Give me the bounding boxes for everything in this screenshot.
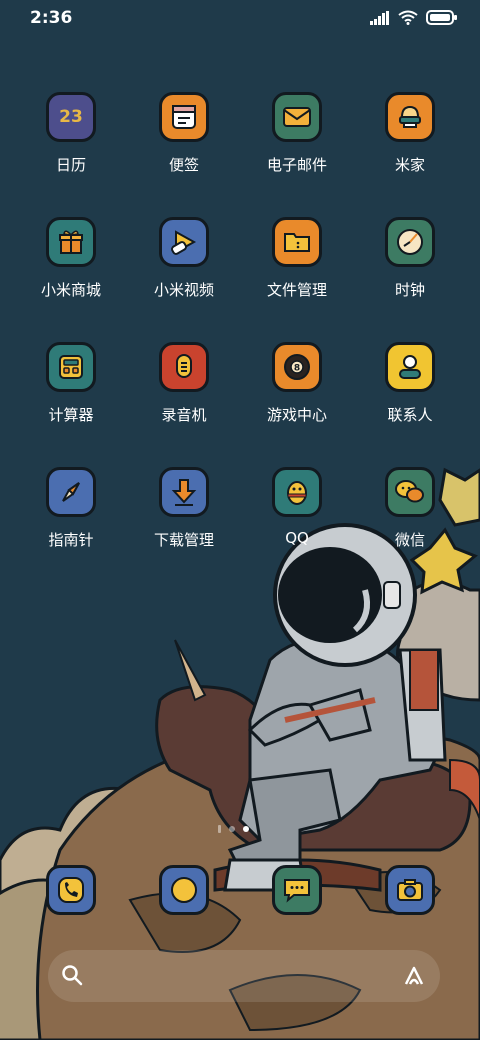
app-mijia[interactable]: 米家 — [355, 92, 465, 175]
page-indicator[interactable] — [218, 825, 249, 833]
app-label: 时钟 — [394, 281, 425, 299]
app-label: 文件管理 — [266, 281, 327, 299]
phone-icon — [46, 865, 96, 915]
app-notes[interactable]: 便签 — [129, 92, 239, 175]
app-wechat[interactable]: 微信 — [355, 467, 465, 550]
app-recorder[interactable]: 录音机 — [129, 342, 239, 425]
calculator-icon — [46, 342, 96, 392]
app-label: 小米视频 — [153, 281, 214, 299]
app-label: 日历 — [55, 156, 86, 174]
app-download-manager[interactable]: 下载管理 — [129, 467, 239, 550]
camera-icon — [385, 865, 435, 915]
app-calendar[interactable]: 23 日历 — [16, 92, 126, 175]
app-label: 游戏中心 — [266, 406, 327, 424]
page-dot-active[interactable] — [243, 826, 249, 832]
gift-icon — [46, 217, 96, 267]
clock-icon — [385, 217, 435, 267]
wechat-icon — [385, 467, 435, 517]
app-qq[interactable]: QQ — [242, 467, 352, 547]
qq-penguin-icon — [272, 467, 322, 517]
search-bar[interactable] — [48, 950, 440, 1002]
app-label: 微信 — [394, 531, 425, 549]
app-mi-store[interactable]: 小米商城 — [16, 217, 126, 300]
app-label: 计算器 — [48, 406, 94, 424]
app-label: 下载管理 — [153, 531, 214, 549]
notes-icon — [159, 92, 209, 142]
dock-browser[interactable] — [129, 865, 239, 915]
status-icons — [370, 10, 458, 25]
app-compass[interactable]: 指南针 — [16, 467, 126, 550]
dock-messages[interactable] — [242, 865, 352, 915]
browser-icon — [159, 865, 209, 915]
calendar-icon: 23 — [46, 92, 96, 142]
mail-icon — [272, 92, 322, 142]
app-calculator[interactable]: 计算器 — [16, 342, 126, 425]
video-icon — [159, 217, 209, 267]
app-game-center[interactable]: 8 游戏中心 — [242, 342, 352, 425]
dock-camera[interactable] — [355, 865, 465, 915]
messages-icon — [272, 865, 322, 915]
app-mail[interactable]: 电子邮件 — [242, 92, 352, 175]
page-dot[interactable] — [229, 826, 235, 832]
app-label: 电子邮件 — [266, 156, 327, 174]
page-dot[interactable] — [218, 825, 221, 833]
app-mi-video[interactable]: 小米视频 — [129, 217, 239, 300]
recorder-icon — [159, 342, 209, 392]
app-contacts[interactable]: 联系人 — [355, 342, 465, 425]
folder-icon — [272, 217, 322, 267]
svg-text:8: 8 — [294, 364, 300, 374]
app-label: QQ — [285, 529, 309, 547]
app-label: 米家 — [394, 156, 425, 174]
game-ball-icon: 8 — [272, 342, 322, 392]
assistant-icon[interactable] — [402, 964, 426, 988]
mijia-icon — [385, 92, 435, 142]
dock-phone[interactable] — [16, 865, 126, 915]
wifi-icon — [398, 10, 418, 25]
app-label: 联系人 — [387, 406, 433, 424]
app-label: 录音机 — [161, 406, 207, 424]
compass-icon — [46, 467, 96, 517]
search-icon[interactable] — [60, 963, 84, 987]
app-label: 小米商城 — [40, 281, 101, 299]
app-clock[interactable]: 时钟 — [355, 217, 465, 300]
battery-icon — [426, 10, 457, 25]
status-time: 2:36 — [30, 8, 73, 28]
download-icon — [159, 467, 209, 517]
contact-icon — [385, 342, 435, 392]
signal-icon — [370, 10, 389, 25]
status-bar: 2:36 — [0, 0, 480, 40]
app-label: 便签 — [168, 156, 199, 174]
app-label: 指南针 — [48, 531, 94, 549]
calendar-date: 23 — [59, 107, 83, 127]
app-file-manager[interactable]: 文件管理 — [242, 217, 352, 300]
